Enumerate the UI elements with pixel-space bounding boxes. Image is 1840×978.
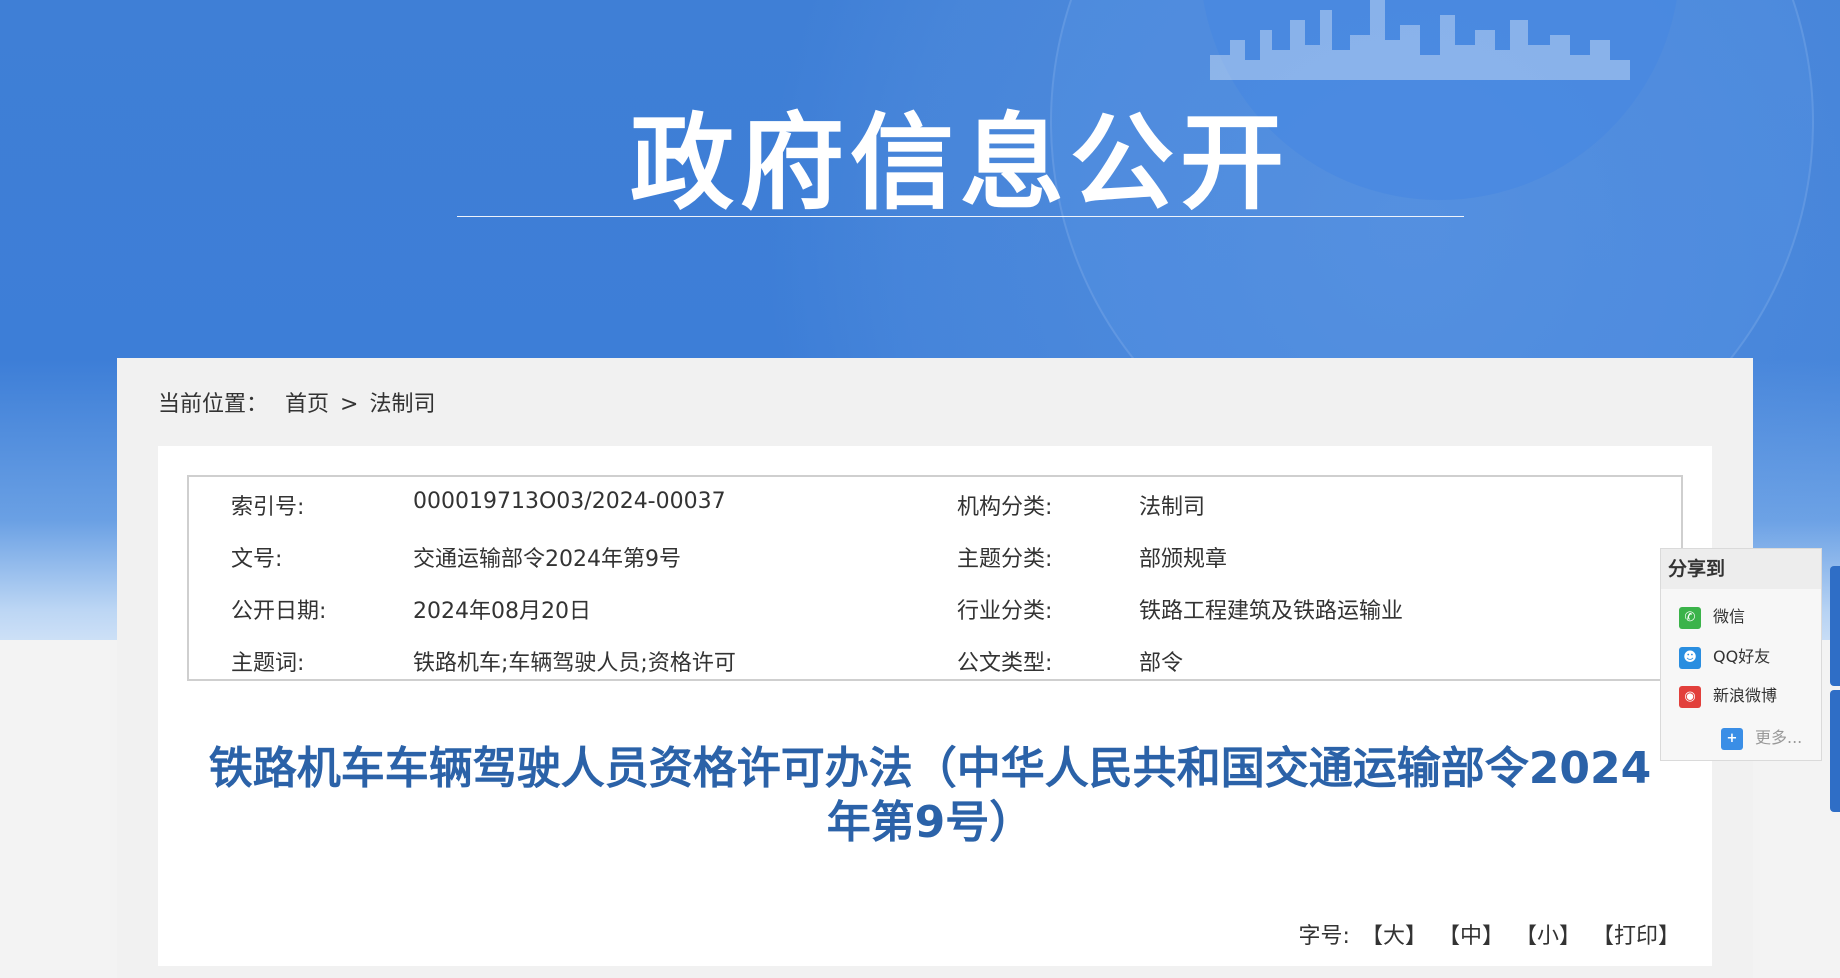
side-tab[interactable] <box>1830 566 1840 686</box>
docno-value: 交通运输部令2024年第9号 <box>413 547 681 572</box>
share-more[interactable]: + 更多... <box>1721 725 1802 751</box>
industry-label: 行业分类: <box>957 599 1053 624</box>
document-metadata-table: 索引号: 000019713O03/2024-00037 机构分类: 法制司 文… <box>187 475 1683 681</box>
font-small-button[interactable]: 【小】 <box>1515 924 1581 949</box>
plus-icon: + <box>1721 727 1743 750</box>
document-title: 铁路机车车辆驾驶人员资格许可办法（中华人民共和国交通运输部令2024 年第9号） <box>190 742 1670 850</box>
date-label: 公开日期: <box>231 599 327 624</box>
breadcrumb-prefix: 当前位置： <box>158 392 269 417</box>
wechat-icon: ✆ <box>1679 606 1701 629</box>
breadcrumb: 当前位置： 首页 > 法制司 <box>158 386 435 418</box>
page-title: 政府信息公开 <box>629 102 1290 224</box>
font-medium-button[interactable]: 【中】 <box>1438 924 1504 949</box>
org-label: 机构分类: <box>957 495 1053 520</box>
type-value: 部令 <box>1139 651 1184 676</box>
share-weibo[interactable]: ◉ 新浪微博 <box>1679 683 1777 709</box>
font-size-controls: 字号: 【大】 【中】 【小】 【打印】 <box>1295 918 1680 950</box>
index-value: 000019713O03/2024-00037 <box>413 489 726 514</box>
document-title-line: 铁路机车车辆驾驶人员资格许可办法（中华人民共和国交通运输部令2024 <box>208 743 1652 794</box>
industry-value: 铁路工程建筑及铁路运输业 <box>1139 599 1404 624</box>
breadcrumb-separator: > <box>340 392 359 417</box>
font-large-button[interactable]: 【大】 <box>1361 924 1427 949</box>
topic-label: 主题分类: <box>957 547 1053 572</box>
qq-icon: ☻ <box>1679 646 1701 669</box>
side-tab[interactable] <box>1830 690 1840 812</box>
share-weibo-label: 新浪微博 <box>1713 686 1778 705</box>
share-header: 分享到 <box>1661 549 1821 589</box>
keywords-value: 铁路机车;车辆驾驶人员;资格许可 <box>413 651 736 676</box>
keywords-label: 主题词: <box>231 651 305 676</box>
weibo-icon: ◉ <box>1679 685 1701 708</box>
document-title-line: 年第9号） <box>826 797 1034 848</box>
city-skyline-decoration <box>1210 0 1630 80</box>
share-qq[interactable]: ☻ QQ好友 <box>1679 644 1770 670</box>
index-label: 索引号: <box>231 495 305 520</box>
breadcrumb-section-link[interactable]: 法制司 <box>369 386 435 418</box>
font-size-label: 字号: <box>1298 924 1350 949</box>
date-value: 2024年08月20日 <box>413 599 591 624</box>
print-button[interactable]: 【打印】 <box>1592 924 1680 949</box>
type-label: 公文类型: <box>957 651 1053 676</box>
share-wechat[interactable]: ✆ 微信 <box>1679 604 1745 630</box>
share-more-label: 更多... <box>1755 728 1803 747</box>
share-qq-label: QQ好友 <box>1713 647 1771 666</box>
org-value: 法制司 <box>1139 495 1206 520</box>
breadcrumb-home-link[interactable]: 首页 <box>285 386 329 418</box>
topic-value: 部颁规章 <box>1139 547 1228 572</box>
title-divider <box>457 216 1464 217</box>
share-panel: 分享到 ✆ 微信 ☻ QQ好友 ◉ 新浪微博 + 更多... <box>1660 548 1822 761</box>
docno-label: 文号: <box>231 547 283 572</box>
share-wechat-label: 微信 <box>1713 607 1746 626</box>
